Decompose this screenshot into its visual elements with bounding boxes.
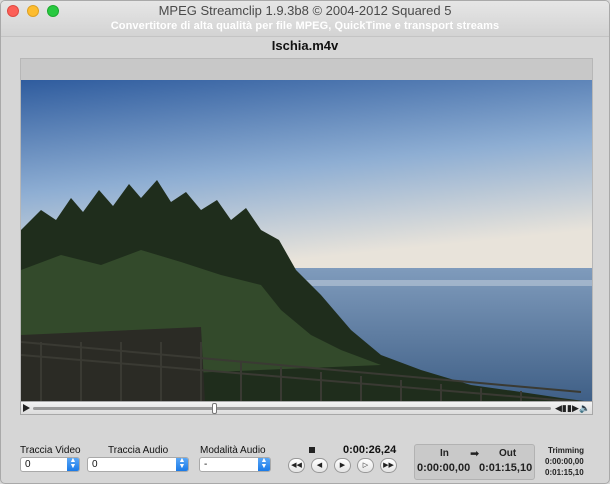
app-window: MPEG Streamclip 1.9.3b8 © 2004-2012 Squa… <box>0 0 610 484</box>
play-outline-icon: ▷ <box>362 462 369 469</box>
in-out-panel: In ➡ Out 0:00:00,00 0:01:15,10 <box>414 444 535 480</box>
play-selection-button[interactable]: ▷ <box>357 458 374 473</box>
timeline-track[interactable] <box>33 407 551 410</box>
audio-track-select[interactable]: 0 ▲ ▼ <box>87 457 189 472</box>
stop-icon[interactable] <box>309 447 315 453</box>
video-track-select[interactable]: 0 ▲ ▼ <box>20 457 80 472</box>
step-back-button[interactable]: ◀ <box>311 458 328 473</box>
title-bar[interactable]: MPEG Streamclip 1.9.3b8 © 2004-2012 Squa… <box>1 1 609 37</box>
timeline-scrubber[interactable]: ◀▮ ▮▶ 🔈 <box>20 401 593 415</box>
in-label: In <box>440 448 449 459</box>
video-frame <box>20 58 593 415</box>
play-button[interactable]: ▶ <box>334 458 351 473</box>
audio-track-value: 0 <box>92 459 98 470</box>
step-back-icon[interactable]: ◀▮ <box>555 403 567 414</box>
volume-icon[interactable]: 🔈 <box>579 403 590 414</box>
audio-track-label: Traccia Audio <box>108 445 169 456</box>
arrow-right-icon: ➡ <box>470 448 480 460</box>
out-label: Out <box>499 448 517 459</box>
play-icon[interactable] <box>23 404 30 412</box>
video-track-value: 0 <box>25 459 31 470</box>
step-forward-icon[interactable]: ▮▶ <box>567 403 579 414</box>
video-scene-image <box>21 80 592 402</box>
audio-mode-value: - <box>204 459 208 470</box>
play-icon: ▶ <box>339 462 346 469</box>
out-time[interactable]: 0:01:15,10 <box>479 462 532 474</box>
rewind-icon: ◀◀ <box>291 462 302 469</box>
fast-forward-icon: ▶▶ <box>383 462 394 469</box>
scrub-buttons: ◀▮ ▮▶ 🔈 <box>555 403 590 414</box>
step-back-icon: ◀ <box>316 462 323 469</box>
chevron-updown-icon[interactable]: ▲ ▼ <box>67 457 79 471</box>
trimming-end: 0:01:15,10 <box>545 468 584 477</box>
chevron-updown-icon[interactable]: ▲ ▼ <box>258 457 270 471</box>
playhead-handle[interactable] <box>212 403 218 414</box>
current-time: 0:00:26,24 <box>343 444 397 456</box>
trimming-label: Trimming <box>548 446 585 455</box>
trimming-start: 0:00:00,00 <box>545 457 584 466</box>
window-subtitle: Convertitore di alta qualità per file MP… <box>110 20 500 32</box>
window-title: MPEG Streamclip 1.9.3b8 © 2004-2012 Squa… <box>158 3 452 18</box>
audio-mode-select[interactable]: - ▲ ▼ <box>199 457 271 472</box>
in-time[interactable]: 0:00:00,00 <box>417 462 470 474</box>
file-name: Ischia.m4v <box>271 38 339 53</box>
chevron-updown-icon[interactable]: ▲ ▼ <box>176 457 188 471</box>
transport-controls: ◀◀ ◀ ▶ ▷ ▶▶ <box>288 458 397 473</box>
rewind-button[interactable]: ◀◀ <box>288 458 305 473</box>
video-preview[interactable] <box>21 80 592 402</box>
video-track-label: Traccia Video <box>20 445 81 456</box>
audio-mode-label: Modalità Audio <box>200 445 266 456</box>
fast-forward-button[interactable]: ▶▶ <box>380 458 397 473</box>
